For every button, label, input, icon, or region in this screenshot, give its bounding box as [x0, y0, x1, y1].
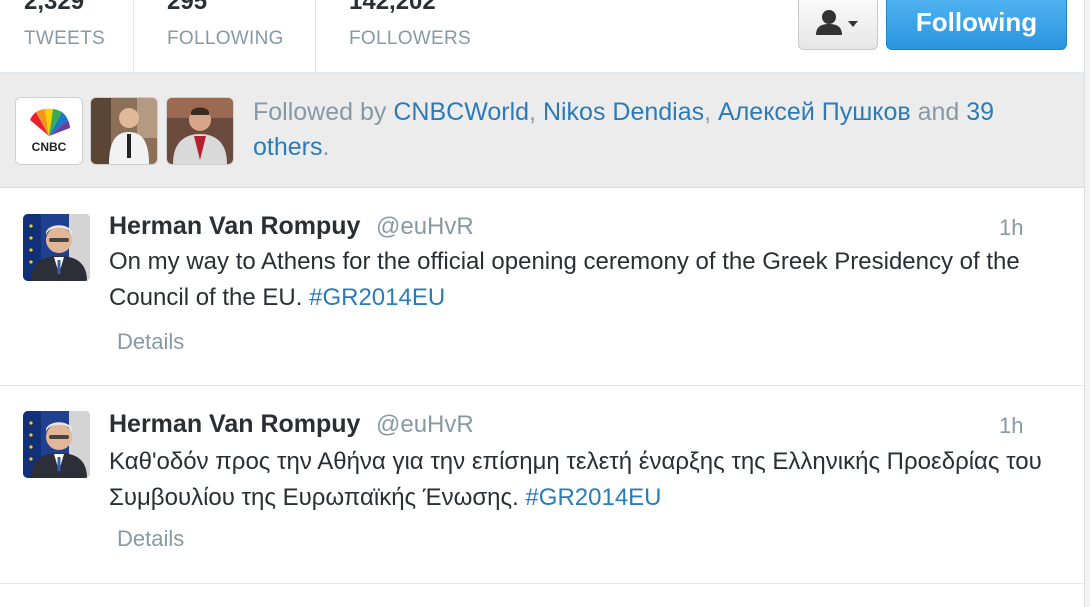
alexey-pushkov-avatar[interactable] — [166, 97, 234, 165]
hashtag-link[interactable]: #GR2014EU — [525, 484, 661, 511]
tweet-avatar[interactable] — [23, 214, 90, 281]
svg-text:CNBC: CNBC — [32, 140, 67, 154]
cnbc-avatar[interactable]: CNBC — [15, 97, 83, 165]
followed-by-section: CNBC Followed by CNBCWorld, Nikos Dendia… — [0, 73, 1090, 188]
tweet-avatar[interactable] — [23, 411, 90, 478]
following-label: FOLLOWING — [167, 28, 284, 49]
stat-divider — [315, 0, 316, 72]
tweet-text: Καθ'οδόν προς την Αθήνα για την επίσημη … — [109, 444, 1069, 516]
tweets-label: TWEETS — [24, 28, 105, 49]
page-scrollbar[interactable] — [1084, 0, 1090, 607]
author-photo-icon — [23, 411, 90, 478]
tweet-details-link[interactable]: Details — [117, 526, 184, 552]
person-photo-icon — [167, 98, 233, 164]
following-count: 295 — [167, 0, 208, 15]
tweet-timestamp[interactable]: 1h — [999, 215, 1023, 241]
followers-count: 142,202 — [349, 0, 436, 15]
tweet-author-name[interactable]: Herman Van Rompuy — [109, 212, 360, 241]
tweets-count: 2,329 — [24, 0, 85, 15]
follower-link-cnbcworld[interactable]: CNBCWorld — [393, 98, 529, 126]
followers-label: FOLLOWERS — [349, 28, 471, 49]
and-text: and — [910, 98, 967, 126]
nikos-dendias-avatar[interactable] — [90, 97, 158, 165]
follower-link-nikos-dendias[interactable]: Nikos Dendias — [543, 98, 704, 126]
cnbc-peacock-logo: CNBC — [16, 98, 82, 164]
separator: , — [704, 98, 719, 126]
author-photo-icon — [23, 214, 90, 281]
tweet-details-link[interactable]: Details — [117, 329, 184, 355]
tweet-body: On my way to Athens for the official ope… — [109, 248, 1020, 311]
profile-stats-bar: 2,329 TWEETS 295 FOLLOWING 142,202 FOLLO… — [0, 0, 1090, 73]
followed-by-text: Followed by CNBCWorld, Nikos Dendias, Ал… — [253, 95, 1073, 165]
tweet-author-handle[interactable]: @euHvR — [376, 411, 474, 439]
tweet-text: On my way to Athens for the official ope… — [109, 244, 1069, 316]
tweet-timestamp[interactable]: 1h — [999, 413, 1023, 439]
stat-divider — [133, 0, 134, 72]
hashtag-link[interactable]: #GR2014EU — [309, 284, 445, 311]
tweet-item[interactable]: Herman Van Rompuy @euHvR 1h Καθ'οδόν προ… — [0, 386, 1090, 584]
tweet-author-name[interactable]: Herman Van Rompuy — [109, 410, 360, 439]
user-dropdown-icon — [816, 10, 858, 35]
end-punct: . — [322, 133, 330, 161]
person-photo-icon — [91, 98, 157, 164]
following-button[interactable]: Following — [886, 0, 1067, 50]
tweet-item[interactable]: Herman Van Rompuy @euHvR 1h On my way to… — [0, 188, 1090, 386]
tweet-author-handle[interactable]: @euHvR — [376, 213, 474, 241]
user-actions-dropdown-button[interactable] — [798, 0, 878, 50]
follower-link-alexey-pushkov[interactable]: Алексей Пушков — [718, 98, 911, 126]
followed-by-prefix: Followed by — [253, 98, 394, 126]
separator: , — [529, 98, 543, 126]
